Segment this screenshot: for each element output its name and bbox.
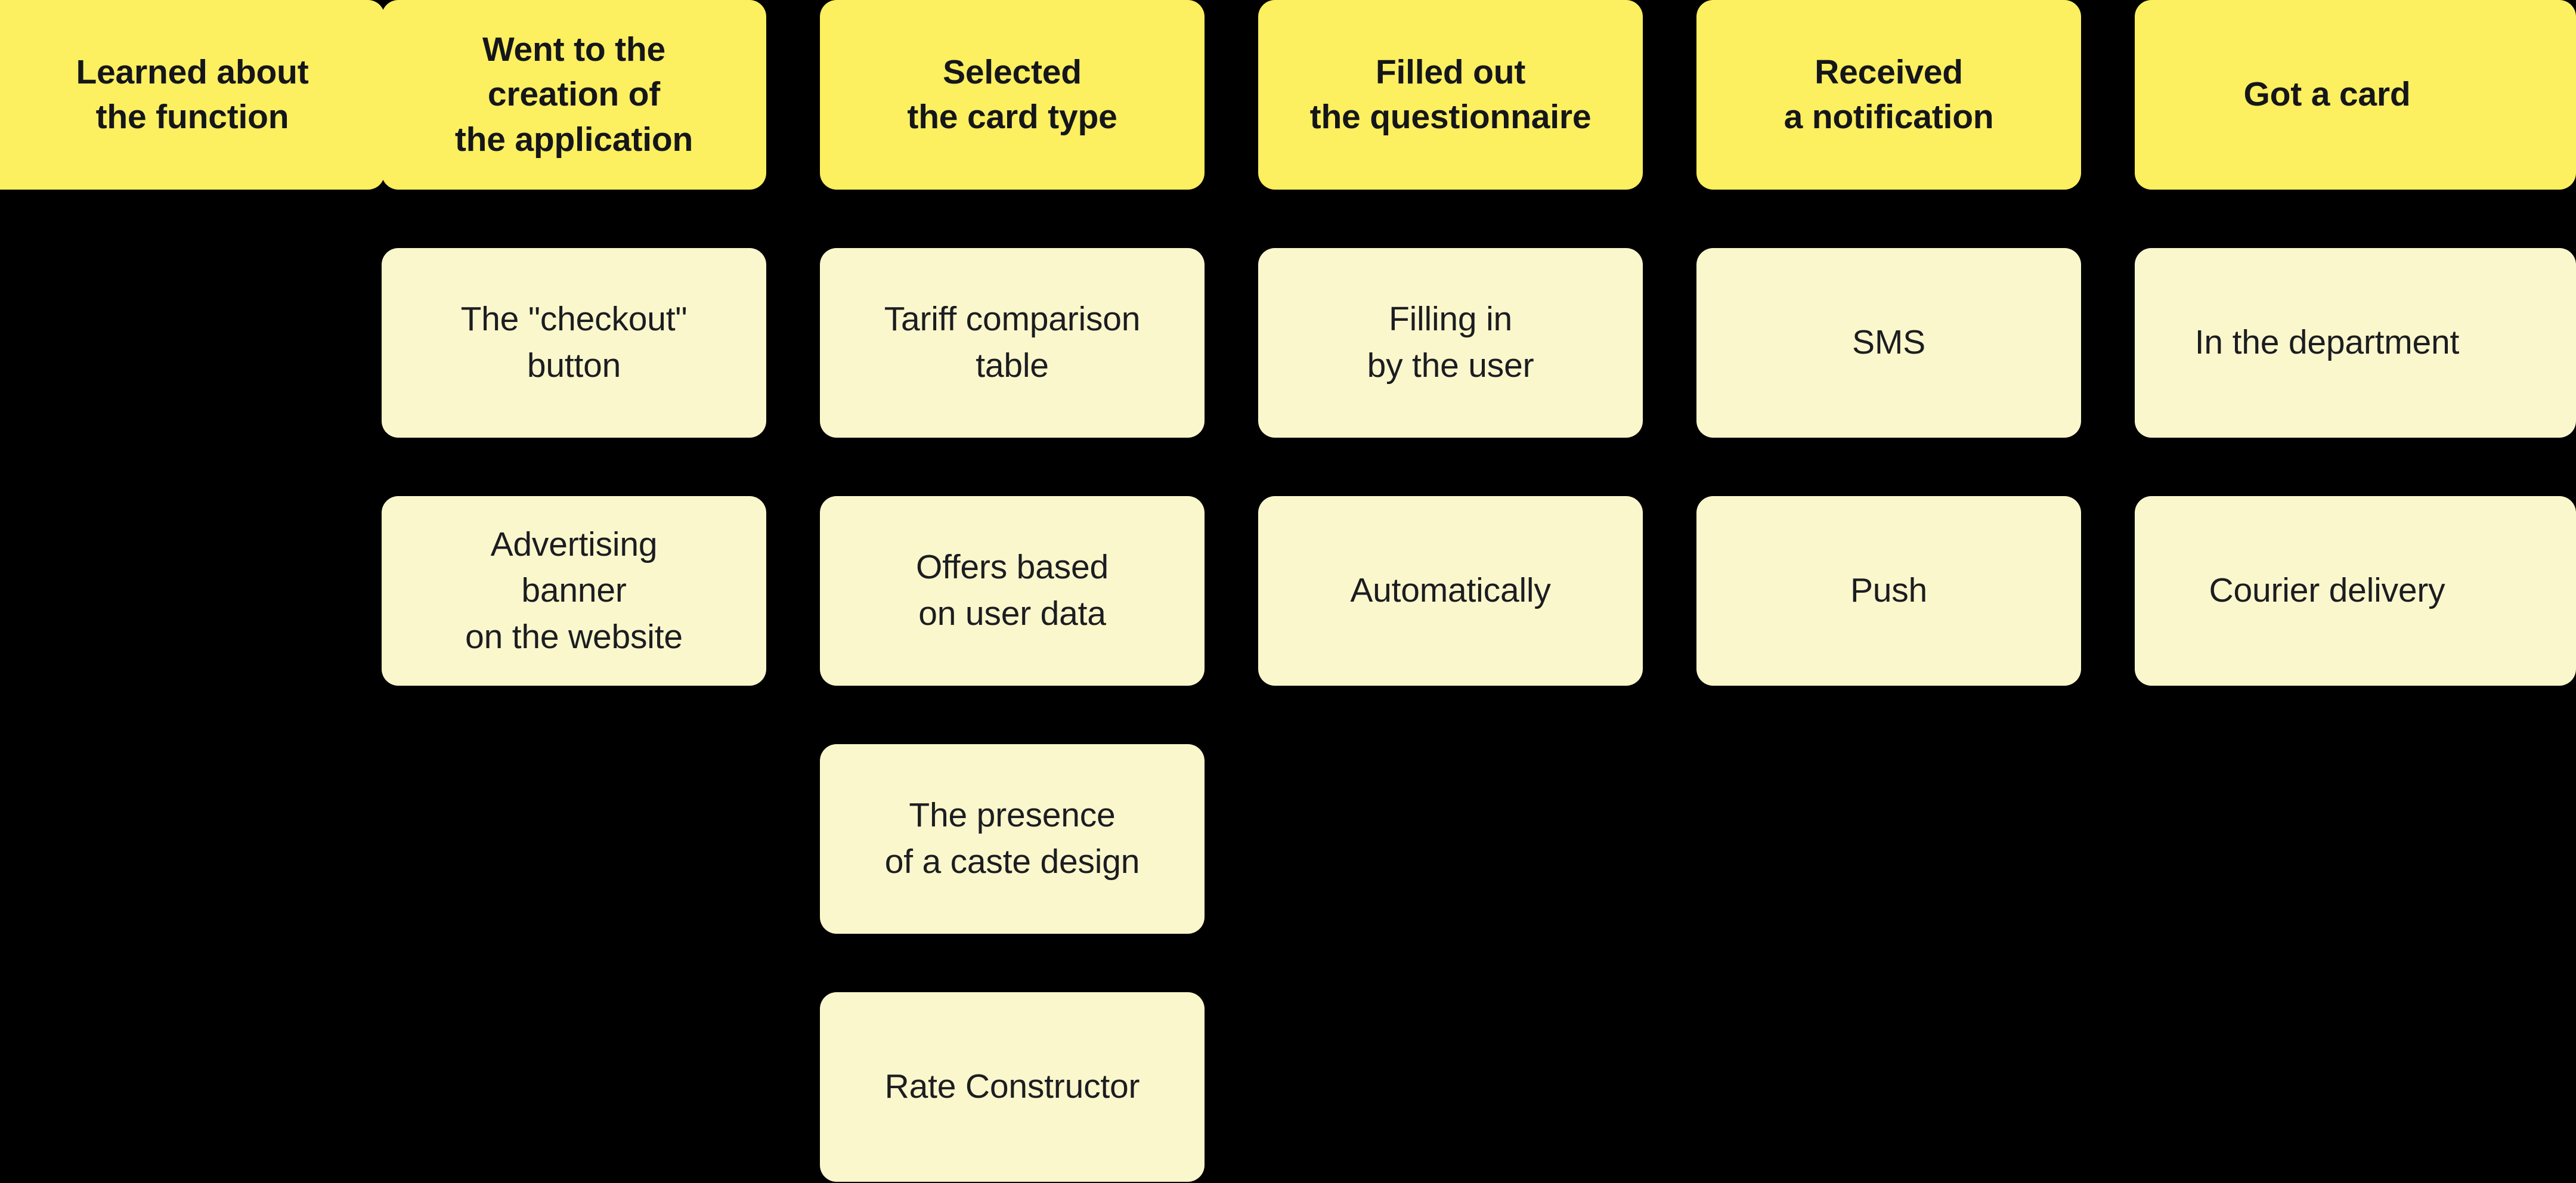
option-card-2-2[interactable]: Advertising banner on the website [382, 496, 766, 686]
option-card-4-2-label: Automatically [1350, 571, 1551, 610]
stage-card-6[interactable]: Got a card [2135, 0, 2576, 190]
stage-card-5[interactable]: Received a notification [1696, 0, 2081, 190]
option-card-6-1-label: In the department [2194, 323, 2460, 362]
option-card-5-1-label: SMS [1852, 323, 1925, 362]
option-card-4-1[interactable]: Filling in by the user [1258, 248, 1643, 438]
option-card-2-1-label: The "checkout" button [460, 300, 688, 385]
stage-card-2[interactable]: Went to the creation of the application [382, 0, 766, 190]
option-card-3-2-label: Offers based on user data [916, 548, 1109, 633]
option-card-4-1-label: Filling in by the user [1367, 300, 1534, 385]
stage-card-6-label: Got a card [2243, 75, 2411, 114]
option-card-6-2[interactable]: Courier delivery [2135, 496, 2576, 686]
stage-card-5-label: Received a notification [1784, 52, 1994, 136]
option-card-3-4-label: Rate Constructor [884, 1067, 1140, 1106]
option-card-3-2[interactable]: Offers based on user data [820, 496, 1205, 686]
option-card-3-1[interactable]: Tariff comparison table [820, 248, 1205, 438]
option-card-2-2-label: Advertising banner on the website [465, 525, 683, 656]
option-card-5-2[interactable]: Push [1696, 496, 2081, 686]
stage-card-1[interactable]: Learned about the function [0, 0, 385, 190]
option-card-4-2[interactable]: Automatically [1258, 496, 1643, 686]
option-card-5-1[interactable]: SMS [1696, 248, 2081, 438]
stage-card-2-label: Went to the creation of the application [454, 30, 693, 159]
option-card-2-1[interactable]: The "checkout" button [382, 248, 766, 438]
option-card-3-1-label: Tariff comparison table [884, 300, 1141, 385]
stage-card-3[interactable]: Selected the card type [820, 0, 1205, 190]
stage-card-4-label: Filled out the questionnaire [1309, 52, 1592, 136]
option-card-3-3-label: The presence of a caste design [884, 796, 1140, 881]
option-card-3-4[interactable]: Rate Constructor [820, 992, 1205, 1182]
stage-card-4[interactable]: Filled out the questionnaire [1258, 0, 1643, 190]
stage-card-1-label: Learned about the function [76, 52, 309, 136]
option-card-6-1[interactable]: In the department [2135, 248, 2576, 438]
stage-card-3-label: Selected the card type [907, 52, 1117, 136]
option-card-5-2-label: Push [1850, 571, 1928, 610]
option-card-3-3[interactable]: The presence of a caste design [820, 744, 1205, 934]
option-card-6-2-label: Courier delivery [2209, 571, 2445, 610]
journey-map-board: Learned about the function Went to the c… [0, 0, 2576, 1183]
